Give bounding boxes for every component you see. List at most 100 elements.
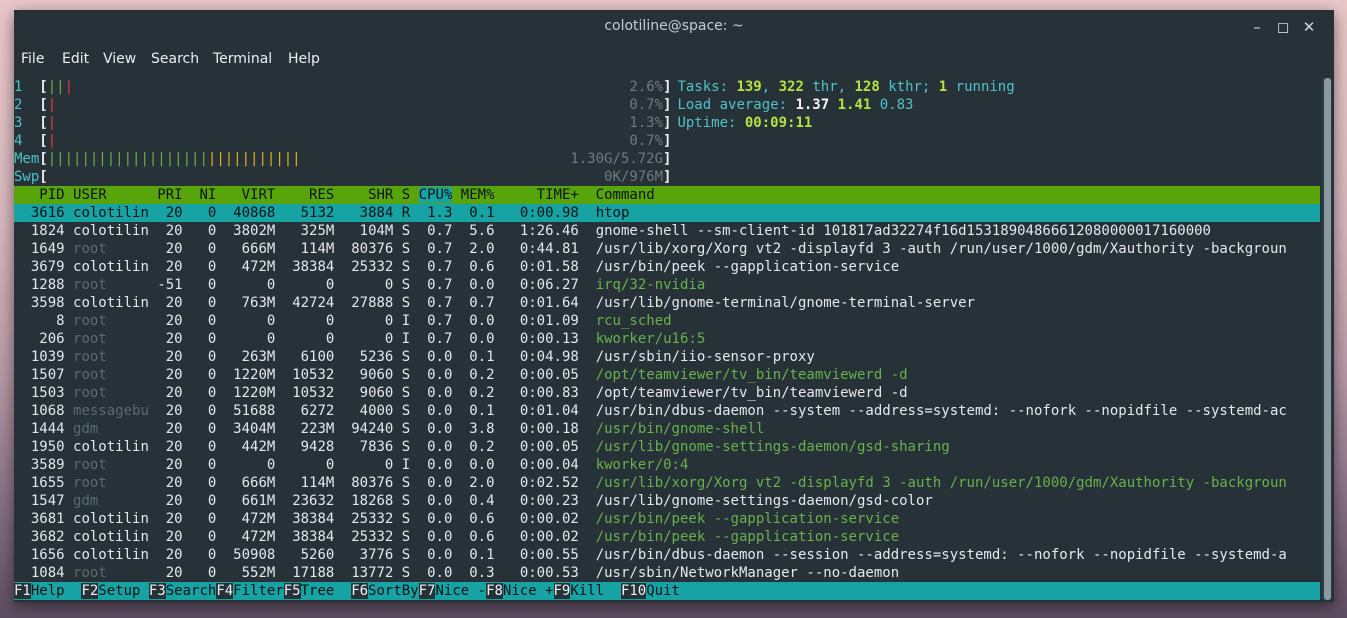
cell-time: 0:01.09 [502,313,596,329]
meter-bracket: [ [39,115,48,131]
cpu-bar: | [56,79,65,95]
cell-command: /opt/teamviewer/tv_bin/teamviewerd -d [595,367,908,383]
cell-command: /usr/bin/dbus-daemon --system --address=… [595,403,1287,419]
fkey-f5-button[interactable]: Tree [300,583,352,599]
cell-command: /usr/sbin/NetworkManager --no-daemon [595,565,900,581]
cell-pri: 20 [157,511,192,527]
cell-shr: 9060 [342,385,402,401]
mem-label: Mem [14,151,40,167]
process-row[interactable]: 1039 root 20 0 263M 6100 5236 S 0.0 0.1 … [14,348,1320,366]
scrollbar-thumb[interactable] [1324,78,1331,600]
fkey-f10-button[interactable]: Quit [646,583,680,599]
cell-user: root [73,349,158,365]
cell-res: 17188 [283,565,343,581]
cell-time: 0:00.05 [502,439,596,455]
process-row[interactable]: 1503 root 20 0 1220M 10532 9060 S 0.0 0.… [14,384,1320,402]
cell-cpu: 0.7 [418,331,461,347]
fkey-f3-button[interactable]: Search [165,583,217,599]
cell-shr: 7836 [342,439,402,455]
fkey-f6-button[interactable]: SortBy [368,583,419,599]
cell-pri: 20 [157,421,192,437]
cpu-bar: | [47,133,57,149]
process-row[interactable]: 1507 root 20 0 1220M 10532 9060 S 0.0 0.… [14,366,1320,384]
meter-bracket: [ [39,97,48,113]
cell-pri: 20 [157,295,192,311]
cell-time: 0:44.81 [502,241,596,257]
cell-ni: 0 [191,295,225,311]
cell-shr: 94240 [342,421,402,437]
fkey-f7-button[interactable]: Nice - [435,583,487,599]
cell-ni: 0 [191,205,225,221]
minimize-icon[interactable]: – [1246,16,1268,38]
sep: , [761,79,779,95]
cell-pri: 20 [157,493,192,509]
menu-help[interactable]: Help [288,51,320,67]
htop-terminal[interactable]: 1 [||| 2.6%] 2 [| 0.7%] 3 [| 1.3%] 4 [| … [14,78,1320,600]
cell-res: 0 [283,331,343,347]
cell-mem: 2.0 [460,241,503,257]
cell-res: 325M [283,223,343,239]
running-label: running [947,79,1015,95]
cell-time: 0:01.64 [502,295,596,311]
fkey-f2-button[interactable]: Setup [98,583,149,599]
col-cpu: CPU% [418,187,453,203]
scrollbar[interactable] [1322,78,1332,600]
process-row[interactable]: 206 root 20 0 0 0 0 I 0.7 0.0 0:00.13 kw… [14,330,1320,348]
cell-command: /usr/lib/gnome-settings-daemon/gsd-color [595,493,933,509]
fkey-f9-button[interactable]: Kill [570,583,621,599]
load-label: Load average: [677,97,796,113]
mem-value: 1.30G/5.72G [570,151,664,167]
process-row[interactable]: 1547 gdm 20 0 661M 23632 18268 S 0.0 0.4… [14,492,1320,510]
close-icon[interactable]: ✕ [1298,16,1320,38]
menu-file[interactable]: File [21,51,44,67]
menu-edit[interactable]: Edit [62,51,89,67]
process-row[interactable]: 3589 root 20 0 0 0 0 I 0.0 0.0 0:00.04 k… [14,456,1320,474]
process-row[interactable]: 3682 colotilin 20 0 472M 38384 25332 S 0… [14,528,1320,546]
fkey-f8-button[interactable]: Nice + [502,583,554,599]
process-row[interactable]: 1444 gdm 20 0 3404M 223M 94240 S 0.0 3.8… [14,420,1320,438]
meter-space [48,169,604,185]
process-row[interactable]: 3681 colotilin 20 0 472M 38384 25332 S 0… [14,510,1320,528]
cell-res: 5260 [283,547,343,563]
cpu-label: 1 [14,79,40,95]
cell-state: S [401,295,419,311]
cell-user: root [73,457,158,473]
fkey-f1-button[interactable]: Help [30,583,82,599]
cell-pri: 20 [157,205,192,221]
process-row[interactable]: 8 root 20 0 0 0 0 I 0.7 0.0 0:01.09 rcu_… [14,312,1320,330]
process-row[interactable]: 1068 messagebu 20 0 51688 6272 4000 S 0.… [14,402,1320,420]
cell-state: I [401,313,419,329]
process-row[interactable]: 1950 colotilin 20 0 442M 9428 7836 S 0.0… [14,438,1320,456]
cell-command: kworker/0:4 [595,457,689,473]
maximize-icon[interactable]: ◻ [1272,16,1294,38]
meter-bracket: ] [663,115,672,131]
cpu-label: 3 [14,115,40,131]
menu-search[interactable]: Search [151,51,199,67]
process-row[interactable]: 3679 colotilin 20 0 472M 38384 25332 S 0… [14,258,1320,276]
cell-mem: 0.1 [460,349,503,365]
cell-ni: 0 [191,547,225,563]
cell-cpu: 1.3 [418,205,461,221]
cell-cpu: 0.0 [418,349,461,365]
process-row[interactable]: 1824 colotilin 20 0 3802M 325M 104M S 0.… [14,222,1320,240]
menu-terminal[interactable]: Terminal [213,51,272,67]
process-row[interactable]: 1656 colotilin 20 0 50908 5260 3776 S 0.… [14,546,1320,564]
process-row[interactable]: 1084 root 20 0 552M 17188 13772 S 0.0 0.… [14,564,1320,582]
cell-command: rcu_sched [595,313,672,329]
cell-mem: 0.7 [460,295,503,311]
process-row[interactable]: 3598 colotilin 20 0 763M 42724 27888 S 0… [14,294,1320,312]
fkey-f4-button[interactable]: Filter [233,583,284,599]
cell-time: 0:00.98 [502,205,596,221]
cell-shr: 27888 [342,295,402,311]
tasks-label: Tasks: [677,79,737,95]
cell-ni: 0 [191,349,225,365]
process-row-selected[interactable]: 3616 colotilin 20 0 40868 5132 3884 R 1.… [14,204,1320,222]
cell-ni: 0 [191,223,225,239]
menu-view[interactable]: View [103,51,136,67]
process-row[interactable]: 1655 root 20 0 666M 114M 80376 S 0.0 2.0… [14,474,1320,492]
load-1min: 1.37 [795,97,830,113]
process-row[interactable]: 1649 root 20 0 666M 114M 80376 S 0.7 2.0… [14,240,1320,258]
cell-ni: 0 [191,493,225,509]
mem-bar-cache: ||||||||||| [207,151,301,167]
process-row[interactable]: 1288 root -51 0 0 0 0 S 0.7 0.0 0:06.27 … [14,276,1320,294]
